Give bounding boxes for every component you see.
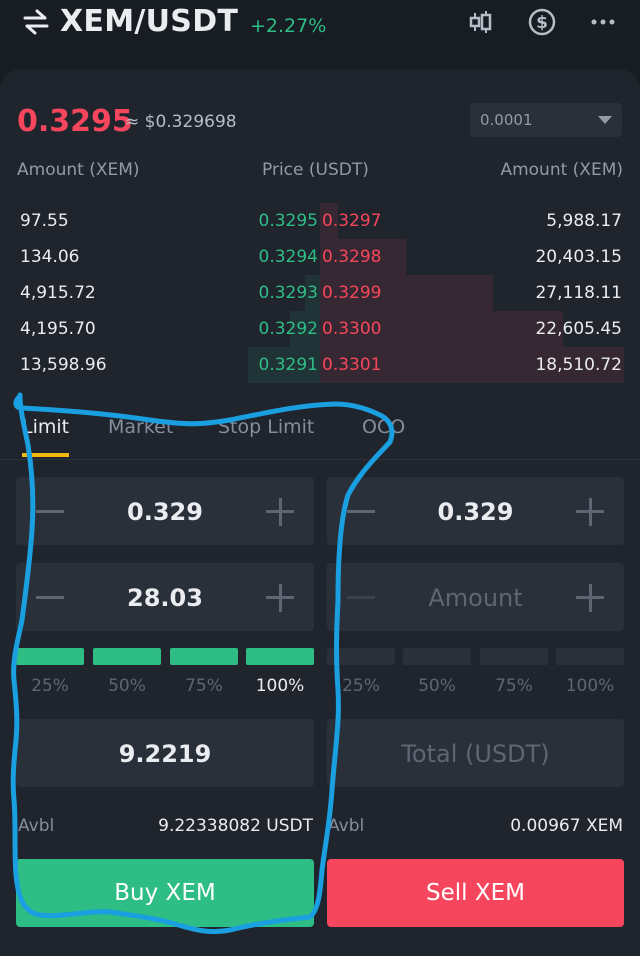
buy-total-field[interactable]: 9.2219 bbox=[16, 719, 314, 787]
plus-icon[interactable] bbox=[589, 584, 592, 612]
buy-button[interactable]: Buy XEM bbox=[16, 859, 314, 927]
orderbook-header-price: Price (USDT) bbox=[262, 160, 369, 180]
buy-avbl-label: Avbl bbox=[18, 816, 55, 836]
buy-percent-25-bar[interactable] bbox=[16, 648, 84, 665]
orderbook-row[interactable]: 4,195.70 0.3292 0.3300 22,605.45 bbox=[0, 311, 640, 347]
orderbook-row[interactable]: 134.06 0.3294 0.3298 20,403.15 bbox=[0, 239, 640, 275]
tick-size-select[interactable]: 0.0001 bbox=[470, 103, 622, 137]
buy-avbl-value: 9.22338082 USDT bbox=[158, 816, 313, 836]
sell-avbl-label: Avbl bbox=[328, 816, 365, 836]
orderbook-header-ask-amount: Amount (XEM) bbox=[500, 160, 623, 180]
sell-percent-label[interactable]: 75% bbox=[480, 674, 548, 698]
sell-percent-25-bar[interactable] bbox=[327, 648, 395, 665]
buy-total-input[interactable]: 9.2219 bbox=[16, 739, 314, 769]
plus-icon[interactable] bbox=[589, 498, 592, 526]
tick-size-value: 0.0001 bbox=[480, 111, 533, 129]
tab-oco[interactable]: OCO bbox=[362, 414, 405, 440]
buy-percent-100-bar[interactable] bbox=[246, 648, 314, 665]
bid-amount: 134.06 bbox=[20, 247, 80, 267]
bid-amount: 13,598.96 bbox=[20, 355, 107, 375]
sell-percent-label[interactable]: 50% bbox=[403, 674, 471, 698]
buy-percent-label[interactable]: 100% bbox=[246, 674, 314, 698]
sell-amount-stepper[interactable]: Amount bbox=[327, 563, 624, 631]
divider bbox=[0, 459, 640, 460]
sell-percent-label[interactable]: 100% bbox=[556, 674, 624, 698]
sell-percent-50-bar[interactable] bbox=[403, 648, 471, 665]
buy-amount-stepper[interactable]: 28.03 bbox=[16, 563, 314, 631]
orderbook: 97.55 0.3295 0.3297 5,988.17 134.06 0.32… bbox=[0, 203, 640, 383]
buy-percent-label[interactable]: 75% bbox=[170, 674, 238, 698]
plus-icon[interactable] bbox=[279, 584, 282, 612]
ask-price: 0.3300 bbox=[322, 319, 382, 339]
header: XEM/USDT +2.27% $ bbox=[0, 0, 640, 46]
bid-price: 0.3295 bbox=[258, 211, 318, 231]
buy-percent-75-bar[interactable] bbox=[170, 648, 238, 665]
candlestick-chart-icon[interactable] bbox=[465, 8, 495, 36]
ask-amount: 27,118.11 bbox=[535, 283, 622, 303]
orderbook-row[interactable]: 97.55 0.3295 0.3297 5,988.17 bbox=[0, 203, 640, 239]
ask-amount: 20,403.15 bbox=[535, 247, 622, 267]
more-icon[interactable] bbox=[588, 8, 618, 36]
buy-percent-50-bar[interactable] bbox=[93, 648, 161, 665]
order-type-tabs: Limit Market Stop Limit OCO bbox=[0, 405, 640, 459]
ask-amount: 22,605.45 bbox=[535, 319, 622, 339]
tab-market[interactable]: Market bbox=[108, 414, 173, 440]
sell-price-stepper[interactable]: 0.329 bbox=[327, 477, 624, 545]
sell-total-input[interactable]: Total (USDT) bbox=[327, 739, 624, 769]
orderbook-row[interactable]: 13,598.96 0.3291 0.3301 18,510.72 bbox=[0, 347, 640, 383]
ask-price: 0.3298 bbox=[322, 247, 382, 267]
sell-total-field[interactable]: Total (USDT) bbox=[327, 719, 624, 787]
bid-amount: 4,915.72 bbox=[20, 283, 96, 303]
caret-down-icon bbox=[598, 116, 612, 124]
bid-amount: 97.55 bbox=[20, 211, 69, 231]
sell-button[interactable]: Sell XEM bbox=[327, 859, 624, 927]
dollar-circle-icon[interactable]: $ bbox=[527, 8, 557, 36]
bid-price: 0.3291 bbox=[258, 355, 318, 375]
sell-percent-75-bar[interactable] bbox=[480, 648, 548, 665]
buy-percent-label[interactable]: 50% bbox=[93, 674, 161, 698]
ask-price: 0.3297 bbox=[322, 211, 382, 231]
orderbook-header-bid-amount: Amount (XEM) bbox=[17, 160, 140, 180]
swap-icon[interactable] bbox=[22, 8, 50, 36]
buy-percent-label[interactable]: 25% bbox=[16, 674, 84, 698]
sell-percent-label[interactable]: 25% bbox=[327, 674, 395, 698]
bid-amount: 4,195.70 bbox=[20, 319, 96, 339]
ask-amount: 18,510.72 bbox=[535, 355, 622, 375]
sell-avbl-value: 0.00967 XEM bbox=[510, 816, 623, 836]
plus-icon[interactable] bbox=[279, 498, 282, 526]
ask-price: 0.3301 bbox=[322, 355, 382, 375]
pair-title[interactable]: XEM/USDT bbox=[60, 2, 238, 42]
active-tab-indicator bbox=[22, 453, 69, 457]
price-change: +2.27% bbox=[250, 15, 327, 37]
orderbook-row[interactable]: 4,915.72 0.3293 0.3299 27,118.11 bbox=[0, 275, 640, 311]
svg-text:$: $ bbox=[536, 13, 548, 33]
ask-amount: 5,988.17 bbox=[546, 211, 622, 231]
approx-usd-price: ≈ $0.329698 bbox=[125, 112, 237, 132]
tab-stop-limit[interactable]: Stop Limit bbox=[218, 414, 314, 440]
tab-limit[interactable]: Limit bbox=[22, 414, 69, 440]
last-price: 0.3295 bbox=[17, 104, 133, 139]
sell-percent-100-bar[interactable] bbox=[556, 648, 624, 665]
bid-price: 0.3292 bbox=[258, 319, 318, 339]
ask-price: 0.3299 bbox=[322, 283, 382, 303]
bid-price: 0.3293 bbox=[258, 283, 318, 303]
bid-price: 0.3294 bbox=[258, 247, 318, 267]
buy-price-stepper[interactable]: 0.329 bbox=[16, 477, 314, 545]
